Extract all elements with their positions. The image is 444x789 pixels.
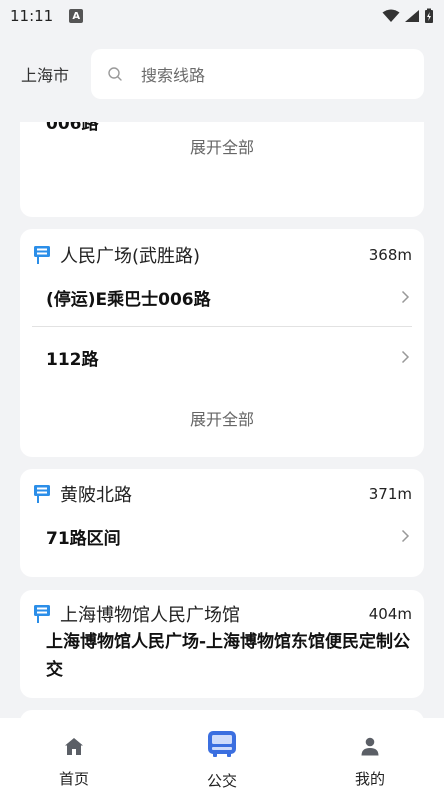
stop-distance: 404m (368, 605, 412, 623)
stop-distance: 368m (368, 246, 412, 264)
stop-distance: 371m (368, 485, 412, 503)
stop-name: 人民广场(武胜路) (60, 246, 201, 267)
wifi-icon (382, 9, 400, 22)
search-bar[interactable]: 搜索线路 (91, 49, 424, 99)
chevron-right-icon (401, 350, 410, 364)
divider (32, 326, 412, 327)
line-name[interactable]: 上海博物馆人民广场-上海博物馆东馆便民定制公交 (46, 628, 412, 684)
expand-all-button[interactable]: 展开全部 (20, 134, 424, 158)
line-row[interactable]: (停运)E乘巴士006路 (46, 283, 410, 311)
status-bar: 11:11 A (0, 0, 444, 32)
tab-label: 我的 (354, 770, 385, 788)
status-icons (382, 8, 434, 24)
status-time: 11:11 (10, 7, 54, 25)
line-row[interactable]: 71路区间 (46, 522, 410, 550)
stop-card-partial: 006路 展开全部 (20, 122, 424, 217)
signal-icon (405, 10, 419, 22)
stop-card: 黄陂北路 371m 71路区间 (20, 469, 424, 577)
bus-icon (208, 731, 236, 757)
bus-stop-icon (34, 605, 50, 623)
stop-header[interactable]: 黄陂北路 371m (34, 480, 412, 508)
stop-name: 上海博物馆人民广场馆 (60, 605, 240, 626)
bus-stop-icon (34, 485, 50, 503)
stop-card: 人民广场(武胜路) 368m (停运)E乘巴士006路 112路 展开全部 (20, 229, 424, 457)
stop-card-partial (20, 710, 424, 718)
bus-stop-icon (34, 246, 50, 264)
line-name: (停运)E乘巴士006路 (46, 289, 211, 310)
stop-card: 上海博物馆人民广场馆 404m 上海博物馆人民广场-上海博物馆东馆便民定制公交 (20, 590, 424, 698)
line-name: 112路 (46, 349, 99, 370)
bottom-tab-bar: 首页 公交 我的 (0, 718, 444, 789)
stop-header[interactable]: 人民广场(武胜路) 368m (34, 241, 412, 269)
chevron-right-icon (401, 290, 410, 304)
stop-header[interactable]: 上海博物馆人民广场馆 404m (34, 600, 412, 628)
person-icon (361, 737, 379, 756)
tab-me[interactable]: 我的 (296, 718, 444, 789)
expand-all-button[interactable]: 展开全部 (20, 406, 424, 430)
tab-label: 首页 (58, 770, 89, 788)
battery-icon (425, 8, 433, 23)
search-placeholder: 搜索线路 (141, 66, 206, 85)
chevron-right-icon (401, 529, 410, 543)
tab-bus[interactable]: 公交 (148, 718, 296, 789)
header: 上海市 搜索线路 (0, 48, 444, 100)
stop-name: 黄陂北路 (60, 485, 132, 506)
line-name: 71路区间 (46, 528, 121, 549)
stop-list[interactable]: 006路 展开全部 人民广场(武胜路) 368m (停运)E乘巴士006路 11… (0, 122, 444, 718)
notification-icon: A (69, 9, 84, 23)
line-name-partial[interactable]: 006路 (46, 122, 99, 134)
line-row[interactable]: 112路 (46, 343, 410, 371)
tab-label: 公交 (206, 772, 237, 789)
city-selector[interactable]: 上海市 (0, 62, 90, 86)
home-icon (65, 738, 83, 755)
tab-home[interactable]: 首页 (0, 718, 148, 789)
search-icon (108, 67, 122, 81)
